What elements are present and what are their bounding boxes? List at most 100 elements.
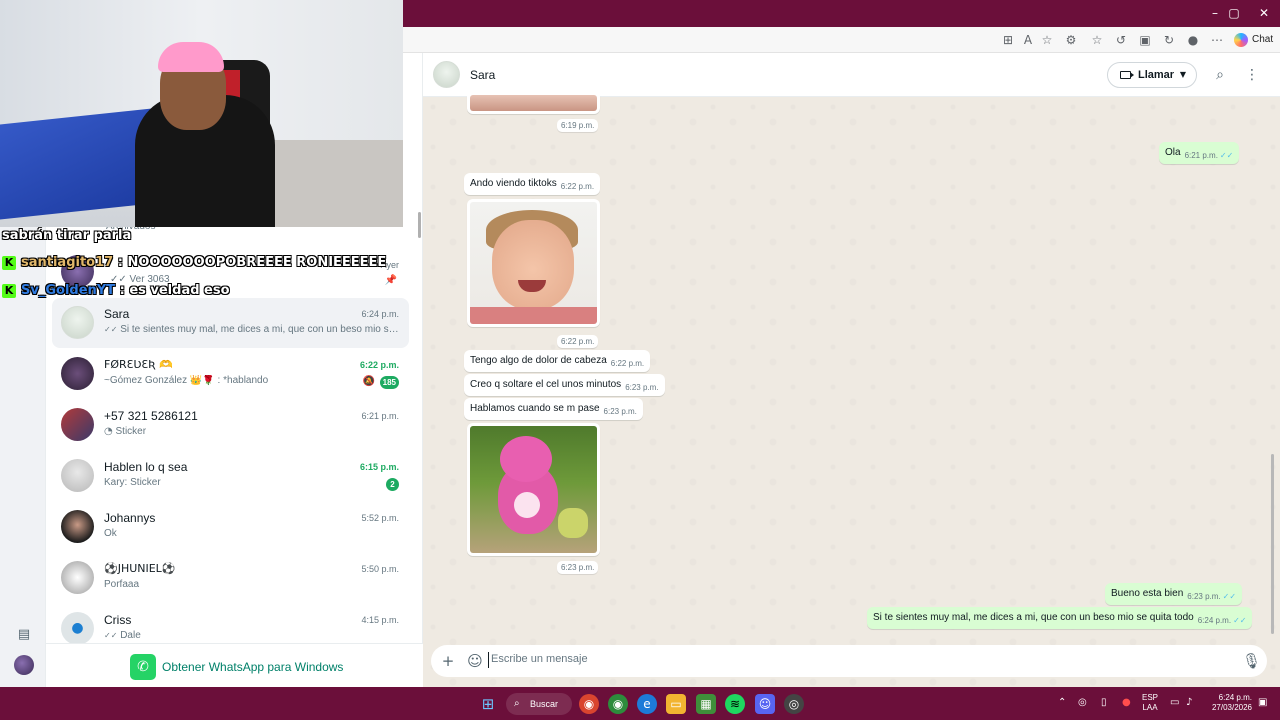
message-sticker[interactable]	[470, 426, 597, 553]
profile-avatar[interactable]	[14, 655, 34, 675]
maximize-button[interactable]: ▢	[1219, 0, 1249, 27]
conversation-scrollbar[interactable]	[1271, 454, 1274, 634]
webcam-person-cap	[158, 42, 224, 72]
chat-avatar	[61, 408, 94, 441]
copilot-chat-button[interactable]: Chat	[1234, 31, 1273, 49]
chat-time: 5:50 p.m.	[361, 564, 399, 574]
get-whatsapp-banner[interactable]: ✆ Obtener WhatsApp para Windows	[46, 643, 423, 687]
message-outgoing[interactable]: Bueno esta bien 6:23 p.m. ✓✓	[1105, 583, 1243, 605]
message-incoming[interactable]: Tengo algo de dolor de cabeza 6:22 p.m.	[464, 350, 651, 372]
chat-item-group[interactable]: Hablen lo q sea Kary: Sticker 6:15 p.m. …	[52, 451, 409, 501]
language-code: ESP	[1142, 693, 1159, 702]
chat-preview: Kary: Sticker	[104, 477, 161, 488]
history-icon[interactable]: ↺	[1113, 32, 1129, 48]
spotify-icon[interactable]: ≋	[725, 694, 745, 714]
chat-time: 6:22 p.m.	[359, 360, 399, 370]
volume-icon[interactable]: ♪	[1186, 697, 1192, 708]
stream-chat-line: sabrán tirar parla	[2, 228, 132, 243]
message-incoming[interactable]: Hablamos cuando se m pase 6:23 p.m.	[464, 398, 643, 420]
search-icon[interactable]: ⌕	[1211, 66, 1229, 84]
read-receipt-icon: ✓✓	[1222, 592, 1237, 601]
chat-item-jhuniel[interactable]: ⚽JHUNIEL⚽ Porfaaa 5:50 p.m.	[52, 553, 409, 603]
message-time: 6:23 p.m.	[625, 383, 659, 392]
message-image[interactable]	[470, 95, 597, 111]
message-text: Creo q soltare el cel unos minutos	[470, 379, 622, 390]
favorite-star-icon[interactable]: ☆	[1039, 32, 1055, 48]
notifications-icon[interactable]: ▣	[1258, 697, 1267, 708]
chat-preview: ✓✓ Dale	[104, 630, 141, 641]
message-text: Tengo algo de dolor de cabeza	[470, 355, 607, 366]
call-button[interactable]: Llamar ▼	[1107, 62, 1197, 88]
message-text: Ola	[1165, 147, 1181, 158]
edge-icon[interactable]: e	[637, 694, 657, 714]
media-gallery-icon[interactable]: ▤	[16, 627, 32, 643]
chrome-profile-icon[interactable]: ◉	[608, 694, 628, 714]
read-aloud-icon[interactable]: A	[1020, 32, 1036, 48]
message-text: Ando viendo tiktoks	[470, 178, 557, 189]
chat-time: 6:24 p.m.	[361, 309, 399, 319]
message-time: 6:23 p.m.	[557, 561, 599, 574]
chat-time: 6:21 p.m.	[361, 411, 399, 421]
more-menu-icon[interactable]: ⋯	[1209, 32, 1225, 48]
chat-name: Hablen lo q sea	[104, 460, 188, 474]
contact-avatar[interactable]	[433, 61, 460, 88]
image-message[interactable]	[467, 199, 600, 327]
windows-start-icon[interactable]: ⊞	[478, 694, 498, 714]
webcam-overlay	[0, 0, 403, 227]
chat-preview: ~Gómez González 👑🌹 : *hablando	[104, 375, 269, 386]
chevron-down-icon: ▼	[1179, 70, 1186, 79]
chat-list-scrollbar[interactable]	[418, 212, 421, 238]
message-outgoing[interactable]: Si te sientes muy mal, me dices a mi, qu…	[867, 607, 1253, 629]
chat-item-johannys[interactable]: Johannys Ok 5:52 p.m.	[52, 502, 409, 552]
mic-tray-icon[interactable]: ●	[1122, 697, 1131, 708]
tray-chevron-icon[interactable]: ⌃	[1058, 697, 1066, 708]
message-incoming[interactable]: Creo q soltare el cel unos minutos 6:23 p…	[464, 374, 665, 396]
message-outgoing[interactable]: Ola 6:21 p.m. ✓✓	[1159, 142, 1240, 164]
stream-chat-text: : es veldad eso	[115, 283, 230, 298]
chat-item-forever[interactable]: FØRƐƲƐƦ 🫶 ~Gómez González 👑🌹 : *hablando…	[52, 349, 409, 399]
sticker-belly	[514, 492, 540, 518]
chat-item-sara[interactable]: Sara ✓✓ Si te sientes muy mal, me dices …	[52, 298, 409, 348]
message-input[interactable]: Escribe un mensaje	[491, 653, 588, 665]
sticker-message[interactable]	[467, 423, 600, 556]
more-options-icon[interactable]: ⋮	[1243, 66, 1261, 84]
app-available-icon[interactable]: ⊞	[1000, 32, 1016, 48]
get-whatsapp-link[interactable]: Obtener WhatsApp para Windows	[162, 660, 343, 674]
network-icon[interactable]: ▭	[1170, 697, 1179, 708]
minecraft-icon[interactable]: ▦	[696, 694, 716, 714]
emoji-sticker-icon[interactable]: ☺	[466, 652, 484, 670]
chat-item-phone[interactable]: +57 321 5286121 ◔ Sticker 6:21 p.m.	[52, 400, 409, 450]
message-incoming[interactable]: Ando viendo tiktoks 6:22 p.m.	[464, 173, 601, 195]
attach-plus-icon[interactable]: +	[439, 652, 457, 670]
language-indicator[interactable]: ESP LAA	[1142, 693, 1158, 713]
app-icon[interactable]: ◎	[784, 694, 804, 714]
image-message[interactable]	[467, 95, 600, 114]
collections-icon[interactable]: ▣	[1137, 32, 1153, 48]
contact-name[interactable]: Sara	[470, 68, 495, 82]
tray-app-icon[interactable]: ◎	[1078, 697, 1087, 708]
search-icon: ⌕	[514, 698, 520, 709]
webcam-floor	[270, 140, 403, 227]
taskbar-search[interactable]: ⌕ Buscar	[506, 693, 572, 715]
muted-icon: 🔕	[362, 376, 375, 387]
message-image[interactable]	[470, 202, 597, 324]
file-explorer-icon[interactable]: ▭	[666, 694, 686, 714]
clock[interactable]: 6:24 p.m. 27/03/2026	[1208, 693, 1252, 713]
extensions-icon[interactable]: ⚙	[1063, 32, 1079, 48]
pin-icon: 📌	[384, 275, 397, 286]
favorites-icon[interactable]: ☆	[1089, 32, 1105, 48]
unread-badge: 185	[379, 376, 399, 389]
message-time: 6:22 p.m.	[557, 335, 599, 348]
microphone-icon[interactable]: 🎙	[1242, 652, 1261, 670]
default-avatar-icon: ●	[61, 612, 94, 645]
video-call-icon	[1120, 71, 1134, 79]
discord-icon[interactable]: ☺	[755, 694, 775, 714]
message-composer[interactable]: + ☺ Escribe un mensaje 🎙	[431, 645, 1267, 677]
chrome-icon[interactable]: ◉	[579, 694, 599, 714]
copilot-chat-label: Chat	[1252, 34, 1274, 45]
close-window-button[interactable]: ✕	[1249, 0, 1279, 27]
battery-icon[interactable]: ▯	[1101, 697, 1107, 708]
conversation-header[interactable]: Sara Llamar ▼ ⌕ ⋮	[423, 53, 1280, 97]
profile-icon[interactable]: ●	[1185, 32, 1201, 48]
sync-icon[interactable]: ↻	[1161, 32, 1177, 48]
